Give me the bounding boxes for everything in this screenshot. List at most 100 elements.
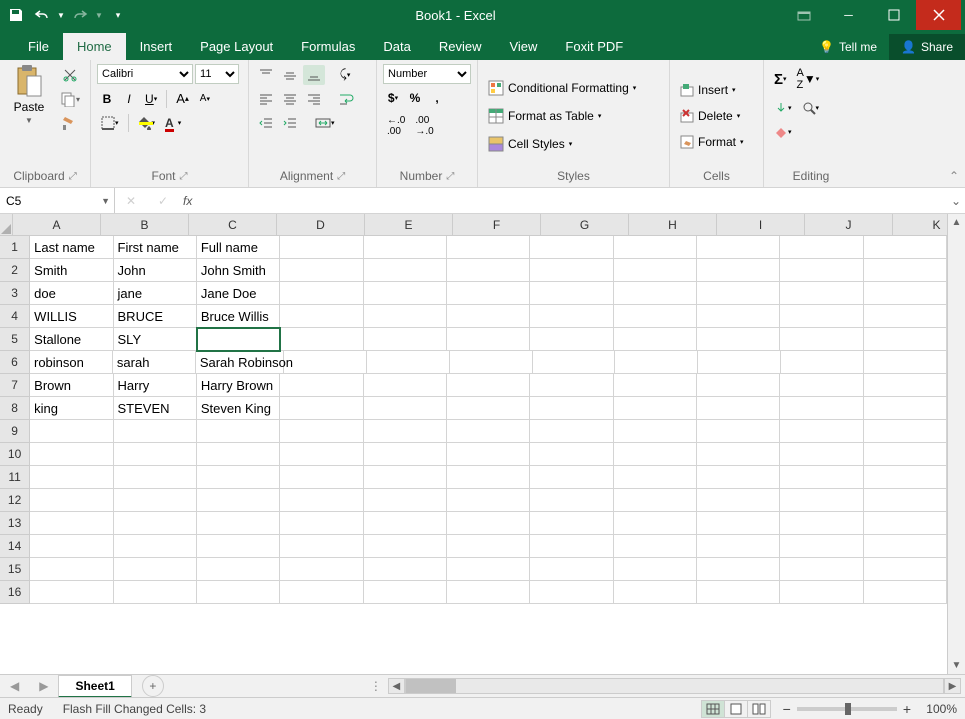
cell[interactable] (614, 397, 697, 420)
shrink-font-button[interactable]: A▾ (195, 89, 215, 109)
cell[interactable] (530, 443, 613, 466)
cell[interactable] (864, 443, 947, 466)
find-select-button[interactable]: ▾ (798, 98, 824, 118)
fill-color-button[interactable]: ▾ (134, 113, 160, 133)
paste-button[interactable]: Paste ▼ (6, 64, 52, 167)
column-header[interactable]: K (893, 214, 947, 236)
cell[interactable] (364, 397, 447, 420)
tab-insert[interactable]: Insert (126, 33, 187, 60)
cell[interactable] (530, 236, 613, 259)
grow-font-button[interactable]: A▴ (172, 88, 193, 109)
zoom-out-button[interactable]: − (783, 701, 791, 717)
row-header[interactable]: 2 (0, 259, 30, 282)
select-all-button[interactable] (0, 214, 13, 236)
cell[interactable] (364, 443, 447, 466)
column-header[interactable]: G (541, 214, 629, 236)
tab-review[interactable]: Review (425, 33, 496, 60)
row-header[interactable]: 3 (0, 282, 30, 305)
cell[interactable] (364, 282, 447, 305)
redo-dropdown-icon[interactable]: ▼ (94, 3, 104, 27)
zoom-in-button[interactable]: + (903, 701, 911, 717)
row-header[interactable]: 16 (0, 581, 30, 604)
conditional-formatting-button[interactable]: Conditional Formatting▾ (484, 77, 640, 99)
cell[interactable] (864, 489, 947, 512)
cell[interactable] (114, 558, 197, 581)
cell[interactable] (280, 397, 363, 420)
expand-formula-bar-icon[interactable]: ⌄ (947, 194, 965, 208)
cell[interactable] (114, 512, 197, 535)
cell[interactable] (447, 489, 530, 512)
font-name-select[interactable]: Calibri (97, 64, 193, 84)
cell[interactable] (697, 581, 780, 604)
cell[interactable] (197, 443, 280, 466)
collapse-ribbon-icon[interactable]: ⌃ (949, 169, 959, 183)
font-color-button[interactable]: A▾ (161, 113, 185, 133)
zoom-level[interactable]: 100% (917, 702, 957, 716)
cell[interactable] (530, 282, 613, 305)
cell[interactable]: robinson (30, 351, 113, 374)
cell[interactable] (114, 420, 197, 443)
cell[interactable] (364, 466, 447, 489)
cell[interactable] (280, 328, 363, 351)
cell[interactable] (864, 512, 947, 535)
cell[interactable] (614, 328, 697, 351)
clear-button[interactable]: ▾ (770, 122, 796, 142)
cell[interactable] (364, 236, 447, 259)
cell[interactable] (780, 581, 863, 604)
fill-button[interactable]: ▾ (770, 98, 796, 118)
column-header[interactable]: H (629, 214, 717, 236)
name-box-dropdown-icon[interactable]: ▼ (101, 196, 110, 206)
cell[interactable] (614, 282, 697, 305)
underline-button[interactable]: U▾ (141, 89, 161, 109)
borders-button[interactable]: ▾ (97, 113, 123, 133)
cell[interactable] (447, 512, 530, 535)
cell[interactable] (364, 305, 447, 328)
name-box[interactable]: ▼ (0, 188, 115, 213)
tab-scroll-left-icon[interactable]: ◀ (0, 679, 29, 693)
cell[interactable] (614, 512, 697, 535)
comma-style-button[interactable]: , (427, 88, 447, 108)
cell[interactable]: John Smith (197, 259, 280, 282)
scroll-right-icon[interactable]: ▶ (944, 678, 961, 694)
cell[interactable] (780, 558, 863, 581)
cell[interactable] (615, 351, 698, 374)
cell[interactable] (364, 535, 447, 558)
cell[interactable] (780, 374, 863, 397)
scroll-up-icon[interactable]: ▲ (948, 214, 965, 231)
scroll-down-icon[interactable]: ▼ (948, 657, 965, 674)
alignment-dialog-icon[interactable]: ⤢ (337, 171, 345, 182)
cell[interactable] (530, 397, 613, 420)
cell[interactable] (280, 512, 363, 535)
cell[interactable] (197, 420, 280, 443)
increase-indent-button[interactable] (279, 113, 301, 133)
cell[interactable] (280, 489, 363, 512)
cell[interactable] (280, 259, 363, 282)
ribbon-options-icon[interactable] (781, 0, 826, 30)
cell[interactable] (447, 420, 530, 443)
formula-input[interactable] (196, 194, 947, 208)
cell[interactable] (30, 489, 113, 512)
cell[interactable] (114, 443, 197, 466)
cell[interactable]: STEVEN (114, 397, 197, 420)
copy-button[interactable]: ▾ (56, 88, 84, 110)
row-header[interactable]: 11 (0, 466, 30, 489)
cell[interactable] (781, 351, 864, 374)
cell[interactable] (364, 374, 447, 397)
cell[interactable] (864, 351, 947, 374)
cell[interactable] (280, 305, 363, 328)
cell[interactable] (780, 512, 863, 535)
cell[interactable] (780, 236, 863, 259)
decrease-indent-button[interactable] (255, 113, 277, 133)
tab-home[interactable]: Home (63, 33, 126, 60)
font-dialog-icon[interactable]: ⤢ (180, 171, 188, 182)
save-icon[interactable] (4, 3, 28, 27)
cell[interactable]: Harry (114, 374, 197, 397)
cell[interactable] (447, 466, 530, 489)
cell[interactable] (780, 466, 863, 489)
page-break-view-icon[interactable] (747, 700, 771, 718)
cell[interactable] (533, 351, 616, 374)
cell[interactable] (364, 328, 447, 351)
cell[interactable] (280, 581, 363, 604)
cell[interactable] (780, 328, 863, 351)
cell[interactable] (530, 259, 613, 282)
